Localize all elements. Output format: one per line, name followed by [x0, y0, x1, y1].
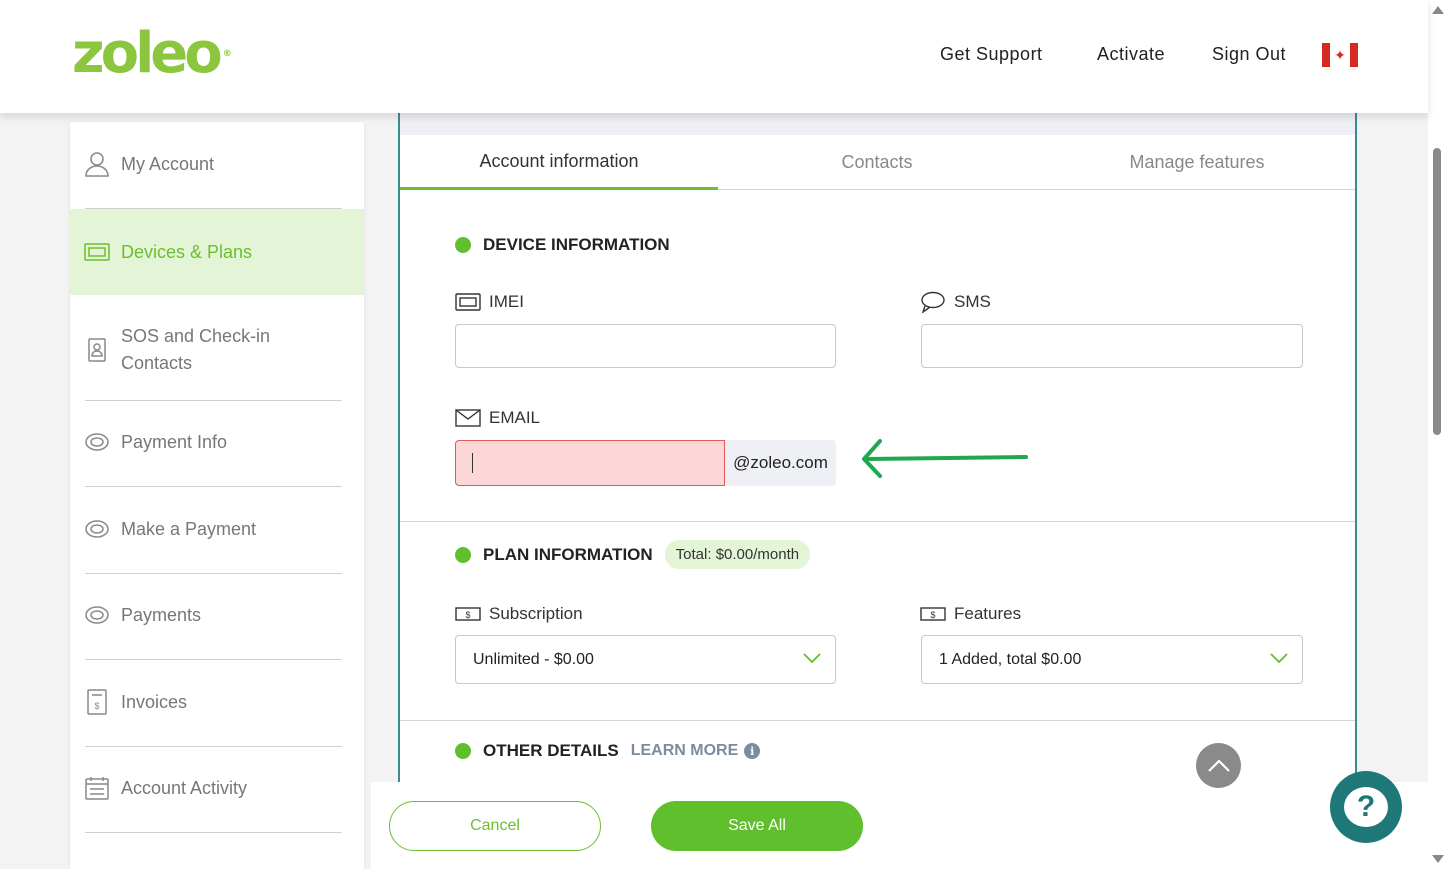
coin-icon: [84, 516, 110, 542]
scrollbar-thumb[interactable]: [1433, 148, 1441, 435]
sidebar-divider: [85, 746, 342, 747]
plan-information-heading: PLAN INFORMATION Total: $0.00/month: [455, 540, 811, 569]
sidebar-divider: [85, 832, 342, 833]
email-field[interactable]: [455, 440, 725, 486]
device-icon: [455, 292, 483, 312]
chevron-up-icon: [1207, 758, 1230, 772]
subscription-select[interactable]: Unlimited - $0.00: [455, 635, 836, 684]
imei-field[interactable]: [455, 324, 836, 368]
cancel-button[interactable]: Cancel: [389, 801, 601, 851]
pointer-arrow-icon: [862, 439, 1028, 478]
device-icon: [84, 239, 110, 265]
envelope-icon: [455, 408, 483, 428]
calendar-icon: [84, 775, 110, 801]
tab-contacts[interactable]: Contacts: [718, 135, 1036, 190]
status-dot-icon: [455, 743, 471, 759]
site-header: zoleo ® Get Support Activate Sign Out ✦: [0, 0, 1428, 113]
speech-bubble-icon: [920, 291, 948, 313]
svg-text:$: $: [930, 610, 935, 620]
section-divider: [400, 720, 1355, 721]
other-details-heading: OTHER DETAILS LEARN MORE i: [455, 741, 761, 761]
nav-activate[interactable]: Activate: [1097, 44, 1165, 65]
dollar-bill-icon: $: [920, 604, 948, 624]
scroll-down-arrow-icon[interactable]: [1432, 855, 1444, 863]
sidebar-item-account-activity[interactable]: Account Activity: [70, 768, 364, 808]
canada-flag-icon[interactable]: ✦: [1322, 43, 1358, 67]
coin-icon: [84, 602, 110, 628]
sms-field[interactable]: [921, 324, 1303, 368]
sidebar-item-payment-info[interactable]: Payment Info: [70, 422, 364, 462]
text-cursor: [472, 453, 473, 473]
device-information-heading: DEVICE INFORMATION: [455, 235, 670, 255]
sidebar-item-my-account[interactable]: My Account: [70, 140, 364, 188]
learn-more-link[interactable]: LEARN MORE: [631, 742, 739, 760]
sidebar-divider: [85, 659, 342, 660]
plan-total-badge: Total: $0.00/month: [664, 540, 811, 569]
email-domain-suffix: @zoleo.com: [725, 440, 836, 486]
status-dot-icon: [455, 237, 471, 253]
section-divider: [400, 521, 1355, 522]
invoice-icon: $: [84, 689, 110, 715]
email-label: EMAIL: [455, 408, 540, 428]
account-sidebar: My Account Devices & Plans SOS and Check…: [70, 122, 364, 869]
coin-icon: [84, 429, 110, 455]
account-details-card: Account information Contacts Manage feat…: [398, 100, 1357, 790]
sidebar-item-invoices[interactable]: $ Invoices: [70, 682, 364, 722]
form-action-bar: Cancel Save All: [371, 782, 1428, 869]
info-icon[interactable]: i: [744, 743, 761, 759]
zoleo-logo[interactable]: zoleo ®: [72, 26, 232, 82]
chevron-down-icon: [1270, 653, 1288, 664]
dollar-bill-icon: $: [455, 604, 483, 624]
save-all-button[interactable]: Save All: [651, 801, 863, 851]
sidebar-item-devices-plans[interactable]: Devices & Plans: [70, 209, 364, 295]
features-select[interactable]: 1 Added, total $0.00: [921, 635, 1303, 684]
status-dot-icon: [455, 546, 471, 563]
scroll-up-arrow-icon[interactable]: [1432, 6, 1444, 14]
svg-text:$: $: [465, 610, 470, 620]
page-scrollbar[interactable]: [1428, 0, 1447, 869]
nav-get-support[interactable]: Get Support: [940, 44, 1043, 65]
account-tabs: Account information Contacts Manage feat…: [400, 135, 1355, 190]
user-icon: [84, 151, 110, 177]
sidebar-divider: [85, 573, 342, 574]
imei-label: IMEI: [455, 292, 524, 312]
help-chat-button[interactable]: ?: [1330, 771, 1402, 843]
features-label: $ Features: [920, 604, 1021, 624]
sidebar-divider: [85, 486, 342, 487]
sms-label: SMS: [920, 291, 991, 313]
svg-text:$: $: [94, 701, 99, 711]
nav-sign-out[interactable]: Sign Out: [1212, 44, 1286, 65]
scroll-to-top-button[interactable]: [1196, 743, 1241, 788]
tab-manage-features[interactable]: Manage features: [1038, 135, 1356, 190]
chevron-down-icon: [803, 653, 821, 664]
question-mark-icon: ?: [1344, 787, 1388, 827]
contact-book-icon: [84, 337, 110, 363]
sidebar-divider: [85, 400, 342, 401]
tab-account-information[interactable]: Account information: [400, 135, 718, 190]
sidebar-item-sos-contacts[interactable]: SOS and Check-in Contacts: [70, 322, 364, 378]
sidebar-item-payments[interactable]: Payments: [70, 595, 364, 635]
subscription-label: $ Subscription: [455, 604, 583, 624]
sidebar-item-make-payment[interactable]: Make a Payment: [70, 509, 364, 549]
